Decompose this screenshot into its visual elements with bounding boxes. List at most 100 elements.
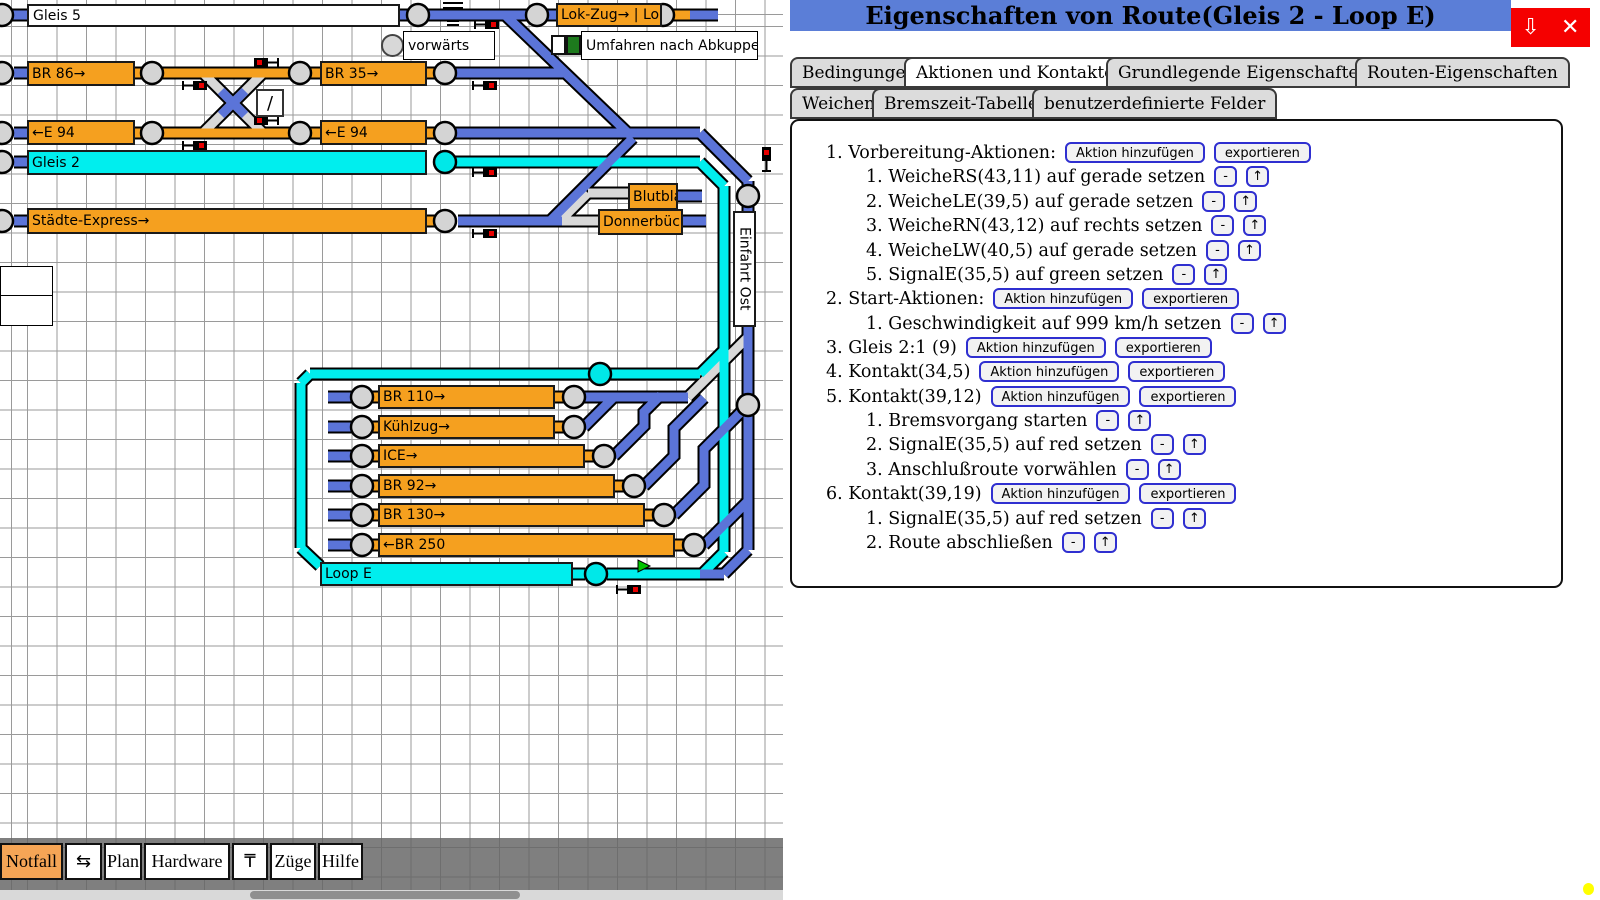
zuege-button[interactable]: Züge [270, 843, 316, 880]
action-row[interactable]: 3. WeicheRN(43,12) auf rechts setzen - ↑ [798, 214, 1558, 237]
export-button[interactable]: exportieren [1139, 483, 1236, 504]
block-lokzug[interactable]: Lok-Zug→ | Lok-Zug [556, 3, 662, 27]
move-up-button[interactable]: ↑ [1243, 215, 1266, 236]
shunt-icon: ⇆ [76, 851, 91, 872]
direction-field[interactable]: vorwärts [403, 31, 495, 60]
add-action-button[interactable]: Aktion hinzufügen [979, 361, 1119, 382]
remove-action-button[interactable]: - [1206, 240, 1229, 261]
hilfe-button[interactable]: Hilfe [318, 843, 363, 880]
tab-bremszeit-tabelle[interactable]: Bremszeit-Tabelle [872, 88, 1050, 119]
remove-action-button[interactable]: - [1062, 532, 1085, 553]
action-row[interactable]: 4. WeicheLW(40,5) auf gerade setzen - ↑ [798, 239, 1558, 262]
tab-benutzerdefinierte-felder[interactable]: benutzerdefinierte Felder [1032, 88, 1277, 119]
block-gleis5[interactable]: Gleis 5 [27, 4, 400, 27]
action-row[interactable]: 1. WeicheRS(43,11) auf gerade setzen - ↑ [798, 165, 1558, 188]
action-group-row[interactable]: 4. Kontakt(34,5) Aktion hinzufügen expor… [798, 360, 1558, 383]
action-row[interactable]: 3. Anschlußroute vorwählen - ↑ [798, 458, 1558, 481]
move-up-button[interactable]: ↑ [1246, 166, 1269, 187]
export-button[interactable]: exportieren [1115, 337, 1212, 358]
track-gray[interactable] [203, 73, 748, 397]
scrollbar-thumb[interactable] [250, 891, 520, 899]
move-up-button[interactable]: ↑ [1158, 459, 1181, 480]
direction-indicator-icon[interactable] [381, 34, 404, 57]
action-group-row[interactable]: 5. Kontakt(39,12) Aktion hinzufügen expo… [798, 385, 1558, 408]
move-up-button[interactable]: ↑ [1183, 508, 1206, 529]
checkbox-off[interactable] [551, 35, 566, 55]
shunt-button[interactable]: ⇆ [65, 843, 102, 880]
block-e94-right[interactable]: ←E 94 [320, 120, 427, 145]
remove-action-button[interactable]: - [1231, 313, 1254, 334]
block-ice[interactable]: ICE→ [378, 444, 585, 468]
move-up-button[interactable]: ↑ [1094, 532, 1117, 553]
action-label: 2. SignalE(35,5) auf red setzen [866, 435, 1142, 455]
export-button[interactable]: exportieren [1128, 361, 1225, 382]
slash-tool-icon[interactable]: / [256, 89, 284, 117]
dialog-titlebar[interactable]: Eigenschaften von Route(Gleis 2 - Loop E… [790, 0, 1511, 31]
move-up-button[interactable]: ↑ [1204, 264, 1227, 285]
move-up-button[interactable]: ↑ [1263, 313, 1286, 334]
action-row[interactable]: 2. WeicheLE(39,5) auf gerade setzen - ↑ [798, 190, 1558, 213]
move-up-button[interactable]: ↑ [1234, 191, 1257, 212]
move-up-button[interactable]: ↑ [1128, 410, 1151, 431]
empty-cell[interactable] [0, 295, 53, 326]
block-blutblase[interactable]: Blutblase [628, 183, 678, 210]
add-action-button[interactable]: Aktion hinzufügen [991, 386, 1131, 407]
remove-action-button[interactable]: - [1151, 508, 1174, 529]
add-action-button[interactable]: Aktion hinzufügen [993, 288, 1133, 309]
dialog-title: Eigenschaften von Route(Gleis 2 - Loop E… [865, 1, 1435, 30]
block-br250[interactable]: ←BR 250 [378, 533, 675, 557]
block-gleis2[interactable]: Gleis 2 [27, 150, 427, 175]
move-up-button[interactable]: ↑ [1183, 434, 1206, 455]
action-group-row[interactable]: 1. Vorbereitung-Aktionen: Aktion hinzufü… [798, 141, 1558, 164]
remove-action-button[interactable]: - [1211, 215, 1234, 236]
block-br86[interactable]: BR 86→ [27, 61, 135, 86]
remove-action-button[interactable]: - [1202, 191, 1225, 212]
block-staedte-express[interactable]: Städte-Express→ [27, 208, 427, 234]
action-row[interactable]: 1. SignalE(35,5) auf red setzen - ↑ [798, 507, 1558, 530]
block-br35[interactable]: BR 35→ [320, 61, 427, 86]
block-e94-left[interactable]: ←E 94 [27, 120, 135, 145]
add-action-button[interactable]: Aktion hinzufügen [966, 337, 1106, 358]
action-row[interactable]: 5. SignalE(35,5) auf green setzen - ↑ [798, 263, 1558, 286]
tab-grundlegende-eigenschaften[interactable]: Grundlegende Eigenschaften [1106, 57, 1381, 88]
export-button[interactable]: exportieren [1142, 288, 1239, 309]
checkbox-on[interactable] [566, 35, 581, 55]
remove-action-button[interactable]: - [1151, 434, 1174, 455]
track-plan-panel[interactable]: Gleis 5 Lok-Zug→ | Lok-Zug vorwärts Umfa… [0, 0, 783, 838]
remove-action-button[interactable]: - [1172, 264, 1195, 285]
signal-icon [254, 116, 278, 125]
action-row[interactable]: 1. Bremsvorgang starten - ↑ [798, 409, 1558, 432]
add-action-button[interactable]: Aktion hinzufügen [1065, 142, 1205, 163]
close-icon[interactable]: ✕ [1561, 17, 1579, 39]
action-group-row[interactable]: 6. Kontakt(39,19) Aktion hinzufügen expo… [798, 482, 1558, 505]
tab-aktionen-und-kontakte[interactable]: Aktionen und Kontakte [904, 57, 1126, 88]
export-button[interactable]: exportieren [1139, 386, 1236, 407]
bottom-toolbar: Notfall ⇆ Plan Hardware ₸ Züge Hilfe [0, 838, 783, 890]
block-kuehlzug[interactable]: Kühlzug→ [378, 415, 555, 439]
empty-cell[interactable] [0, 266, 53, 296]
action-row[interactable]: 2. SignalE(35,5) auf red setzen - ↑ [798, 433, 1558, 456]
action-row[interactable]: 1. Geschwindigkeit auf 999 km/h setzen -… [798, 312, 1558, 335]
uncouple-button[interactable]: ₸ [232, 843, 268, 880]
block-br110[interactable]: BR 110→ [378, 385, 555, 409]
notfall-button[interactable]: Notfall [0, 843, 63, 880]
plan-button[interactable]: Plan [104, 843, 142, 880]
minimize-icon[interactable]: ⇩ [1522, 17, 1540, 39]
block-br130[interactable]: BR 130→ [378, 503, 645, 527]
einfahrt-ost-label[interactable]: Einfahrt Ost [733, 211, 756, 327]
block-br92[interactable]: BR 92→ [378, 474, 615, 498]
export-button[interactable]: exportieren [1214, 142, 1311, 163]
block-loop-e[interactable]: Loop E [320, 562, 573, 586]
tab-routen-eigenschaften[interactable]: Routen-Eigenschaften [1355, 57, 1570, 88]
add-action-button[interactable]: Aktion hinzufügen [991, 483, 1131, 504]
hardware-button[interactable]: Hardware [144, 843, 230, 880]
block-donnerbuechse[interactable]: Donnerbüchse [598, 209, 683, 235]
horizontal-scrollbar[interactable] [0, 890, 783, 900]
action-group-row[interactable]: 2. Start-Aktionen: Aktion hinzufügen exp… [798, 287, 1558, 310]
remove-action-button[interactable]: - [1214, 166, 1237, 187]
remove-action-button[interactable]: - [1126, 459, 1149, 480]
move-up-button[interactable]: ↑ [1238, 240, 1261, 261]
remove-action-button[interactable]: - [1096, 410, 1119, 431]
action-row[interactable]: 2. Route abschließen - ↑ [798, 531, 1558, 554]
action-group-row[interactable]: 3. Gleis 2:1 (9) Aktion hinzufügen expor… [798, 336, 1558, 359]
